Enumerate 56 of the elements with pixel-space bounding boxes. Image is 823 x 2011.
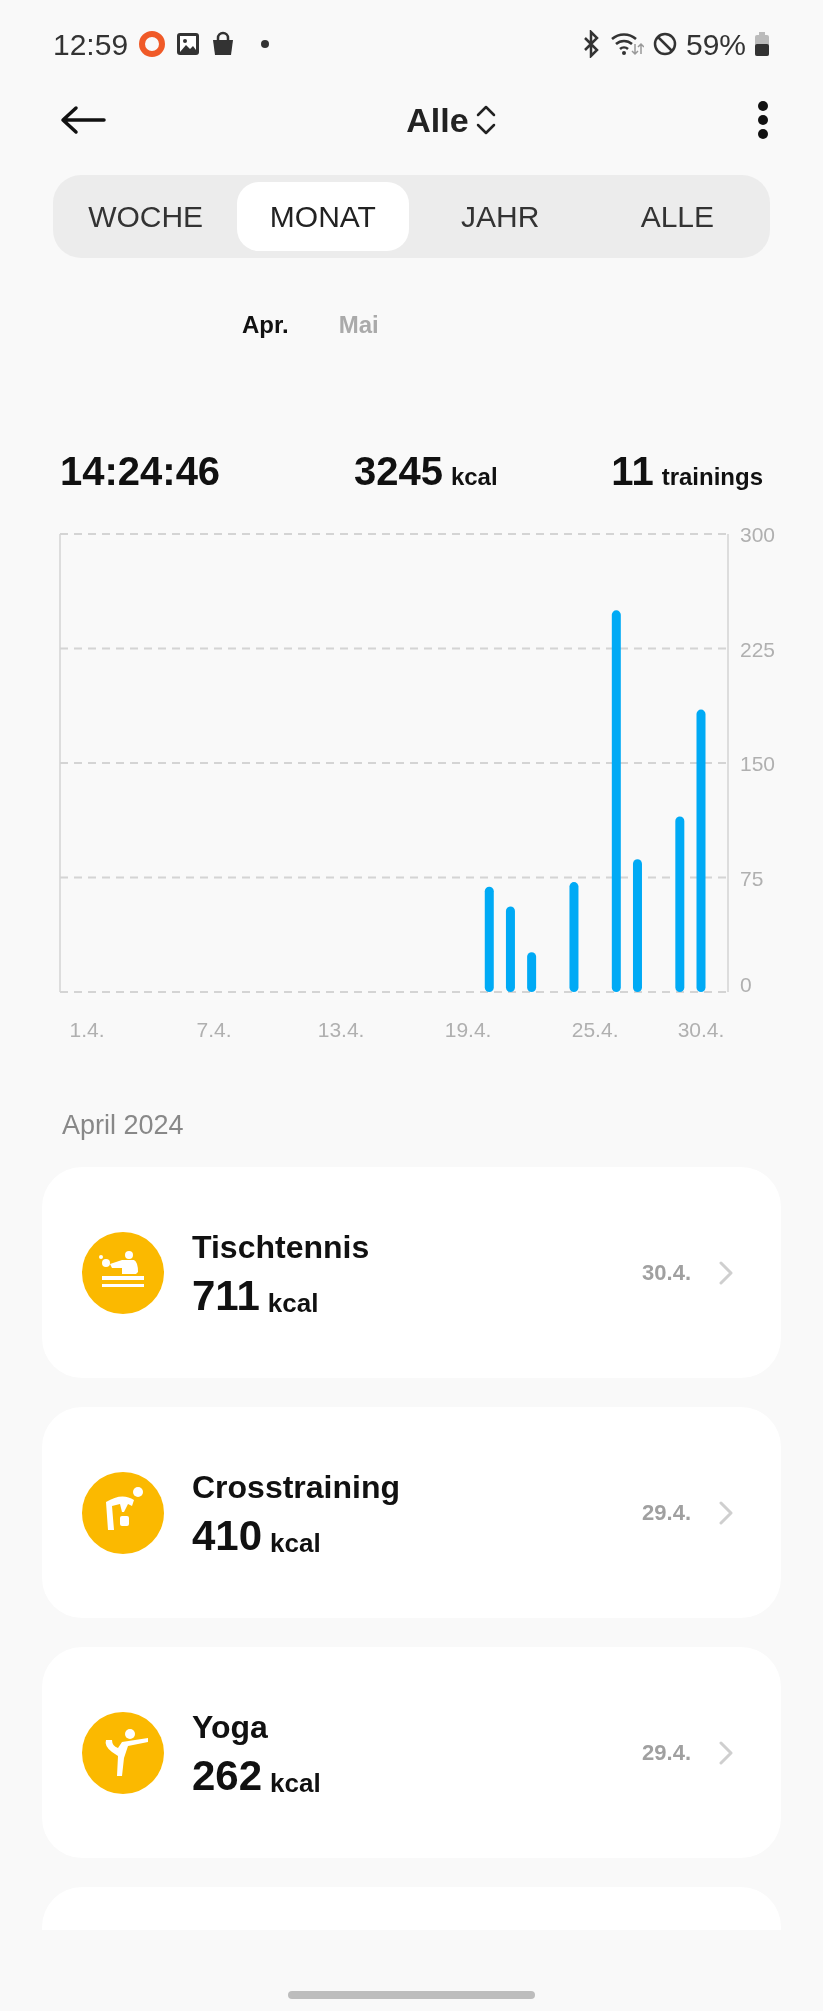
y-axis-label: 75 (740, 866, 764, 890)
y-axis-label: 0 (740, 973, 752, 996)
up-down-chevron-icon[interactable] (474, 103, 497, 137)
more-options-icon[interactable] (757, 100, 769, 140)
chevron-right-icon (719, 1500, 733, 1525)
x-axis-label: 30.4. (677, 1018, 725, 1041)
x-axis-label: 19.4. (444, 1018, 492, 1041)
period-tab[interactable]: WOCHE (60, 182, 232, 251)
workout-calories: 711 (192, 1273, 260, 1318)
month-tab[interactable]: Apr. (242, 307, 289, 343)
workout-calories: 262 (192, 1753, 263, 1798)
y-axis-label: 150 (740, 752, 776, 775)
workout-card[interactable]: Tischtennis 711 kcal 30.4. (42, 1167, 781, 1378)
table-tennis-icon (82, 1231, 164, 1314)
gallery-icon (176, 32, 201, 56)
chevron-right-icon (719, 1260, 733, 1285)
workout-card[interactable]: Yoga 262 kcal 29.4. (42, 1647, 781, 1858)
workout-card[interactable]: Crosstraining 410 kcal 29.4. (42, 1407, 781, 1618)
x-axis-label: 1.4. (69, 1018, 105, 1041)
calories-unit: kcal (450, 465, 498, 489)
page-title[interactable]: Alle (406, 94, 469, 146)
y-axis-label: 225 (740, 637, 776, 661)
total-duration: 14:24:46 (60, 451, 221, 491)
wifi-icon (609, 30, 644, 58)
calories-unit: kcal (267, 1287, 319, 1318)
notification-dot-icon (260, 39, 271, 49)
chart-bar (527, 952, 537, 992)
cross-training-icon (82, 1471, 164, 1554)
calories-unit: kcal (270, 1527, 321, 1558)
x-axis-label: 7.4. (196, 1018, 232, 1041)
trainings-unit: trainings (661, 465, 763, 489)
workout-date: 29.4. (642, 1739, 691, 1767)
total-trainings: 11 (611, 451, 654, 491)
y-axis-label: 300 (740, 523, 776, 546)
section-heading: April 2024 (61, 1110, 185, 1140)
back-arrow-icon[interactable] (60, 105, 106, 135)
status-time: 12:59 (53, 26, 129, 63)
yoga-icon (82, 1711, 164, 1794)
workout-date: 29.4. (642, 1499, 691, 1527)
battery-percent: 59% (685, 26, 746, 63)
do-not-disturb-icon (651, 31, 678, 57)
workout-calories: 410 (192, 1513, 263, 1558)
app-ring-icon (138, 30, 167, 58)
chevron-right-icon (719, 1740, 733, 1765)
period-tab[interactable]: ALLE (591, 182, 763, 251)
period-tab[interactable]: MONAT (237, 182, 409, 251)
battery-icon (754, 30, 770, 58)
workout-name: Crosstraining (192, 1467, 402, 1506)
workout-name: Tischtennis (192, 1227, 371, 1266)
x-axis-label: 25.4. (571, 1018, 619, 1041)
workout-name: Yoga (192, 1707, 269, 1746)
period-tab[interactable]: JAHR (414, 182, 586, 251)
x-axis-label: 13.4. (317, 1018, 365, 1041)
total-calories: 3245 (353, 451, 443, 491)
workout-date: 30.4. (642, 1259, 691, 1287)
calories-unit: kcal (270, 1767, 321, 1798)
